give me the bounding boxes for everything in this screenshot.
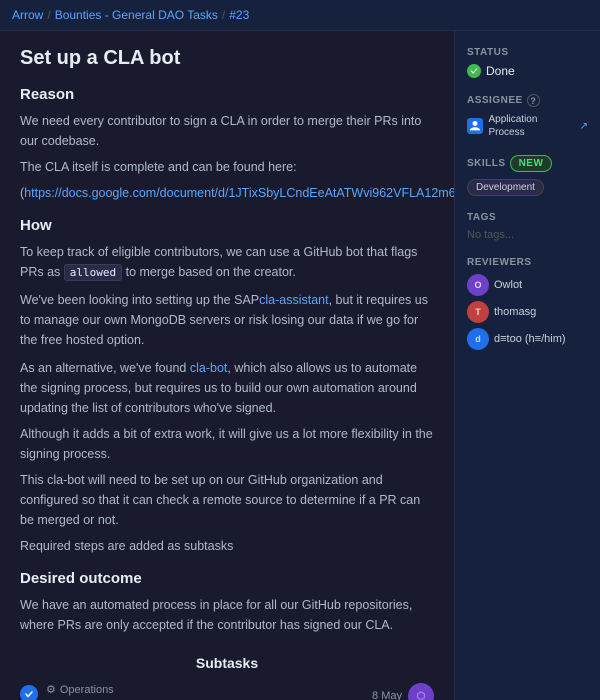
reviewer-dtoo-avatar: d (467, 328, 489, 350)
inline-code-allowed: allowed (64, 264, 122, 281)
page-title: Set up a CLA bot (20, 47, 434, 70)
reviewer-owlot-name: Owlot (494, 279, 522, 291)
cla-doc-link[interactable]: https://docs.google.com/document/d/1JTix… (24, 186, 455, 200)
how-text-6: Required steps are added as subtasks (20, 536, 434, 556)
how-text-2: We've been looking into setting up the S… (20, 290, 434, 350)
how-text-5: This cla-bot will need to be set up on o… (20, 470, 434, 530)
nav-arrow[interactable]: Arrow (12, 8, 43, 22)
assignee-value: Application Process (489, 113, 574, 139)
subtask-1-meta: 8 May ⬡ (372, 683, 434, 700)
assignee-info-icon[interactable]: ? (527, 94, 540, 107)
subtasks-title: Subtasks (20, 655, 434, 671)
reviewers-section: REVIEWERS O Owlot T thomasg d d≡too (h≡/… (467, 257, 588, 350)
subtask-1-category: Operations (60, 684, 114, 696)
subtask-1-right: 8 May ⬡ (372, 683, 434, 700)
skill-new-badge: New (510, 155, 553, 172)
skills-label: SKILLS New (467, 155, 588, 172)
sep1: / (47, 8, 50, 22)
reviewers-label: REVIEWERS (467, 257, 588, 268)
right-sidebar: STATUS Done ASSIGNEE ? Application Proce… (455, 31, 600, 700)
section-desired-heading: Desired outcome (20, 570, 434, 587)
breadcrumb: Arrow / Bounties - General DAO Tasks / #… (0, 0, 600, 31)
subtasks-section: Subtasks ⚙ Operations Setup cla-bot in G… (20, 655, 434, 700)
assignee-external-icon[interactable]: ↗ (580, 121, 588, 132)
nav-issue[interactable]: #23 (229, 8, 249, 22)
status-value: Done (486, 64, 515, 78)
status-section: STATUS Done (467, 47, 588, 78)
reviewer-dtoo: d d≡too (h≡/him) (467, 328, 588, 350)
assignee-label: ASSIGNEE ? (467, 94, 588, 107)
subtask-1-info: ⚙ Operations Setup cla-bot in GitHub aut… (46, 683, 364, 700)
sep2: / (222, 8, 225, 22)
status-done-icon (467, 64, 481, 78)
assignee-row: Application Process ↗ (467, 113, 588, 139)
nav-bounties[interactable]: Bounties - General DAO Tasks (55, 8, 218, 22)
subtask-1-date: 8 May (372, 690, 402, 700)
skill-dev-badge: Development (467, 179, 544, 196)
how-text-4: Although it adds a bit of extra work, it… (20, 424, 434, 464)
reason-text-2: The CLA itself is complete and can be fo… (20, 157, 434, 177)
status-badge: Done (467, 64, 588, 78)
reason-link-line: (https://docs.google.com/document/d/1JTi… (20, 183, 434, 203)
main-content: Set up a CLA bot Reason We need every co… (0, 31, 455, 700)
assignee-section: ASSIGNEE ? Application Process ↗ (467, 94, 588, 139)
desired-text: We have an automated process in place fo… (20, 595, 434, 635)
reviewer-thomasg-name: thomasg (494, 306, 536, 318)
skills-section: SKILLS New Development (467, 155, 588, 196)
how-text-1: To keep track of eligible contributors, … (20, 242, 434, 282)
subtask-1-avatar: ⬡ (408, 683, 434, 700)
section-how-heading: How (20, 217, 434, 234)
reason-text-1: We need every contributor to sign a CLA … (20, 111, 434, 151)
cla-assistant-link[interactable]: cla-assistant (259, 293, 328, 307)
reviewer-owlot: O Owlot (467, 274, 588, 296)
cla-bot-link[interactable]: cla-bot (190, 361, 228, 375)
gear-icon: ⚙ (46, 683, 56, 696)
section-reason-heading: Reason (20, 86, 434, 103)
subtask-1-ops: ⚙ Operations (46, 683, 364, 696)
reviewer-thomasg: T thomasg (467, 301, 588, 323)
no-tags-text: No tags... (467, 229, 588, 241)
tags-label: TAGS (467, 212, 588, 223)
assignee-icon (467, 118, 483, 134)
reviewer-owlot-avatar: O (467, 274, 489, 296)
reviewer-thomasg-avatar: T (467, 301, 489, 323)
subtask-1-check (20, 685, 38, 700)
reviewer-dtoo-name: d≡too (h≡/him) (494, 333, 566, 345)
status-label: STATUS (467, 47, 588, 58)
subtask-row-1[interactable]: ⚙ Operations Setup cla-bot in GitHub aut… (20, 683, 434, 700)
tags-section: TAGS No tags... (467, 212, 588, 241)
how-text-3: As an alternative, we've found cla-bot, … (20, 358, 434, 418)
